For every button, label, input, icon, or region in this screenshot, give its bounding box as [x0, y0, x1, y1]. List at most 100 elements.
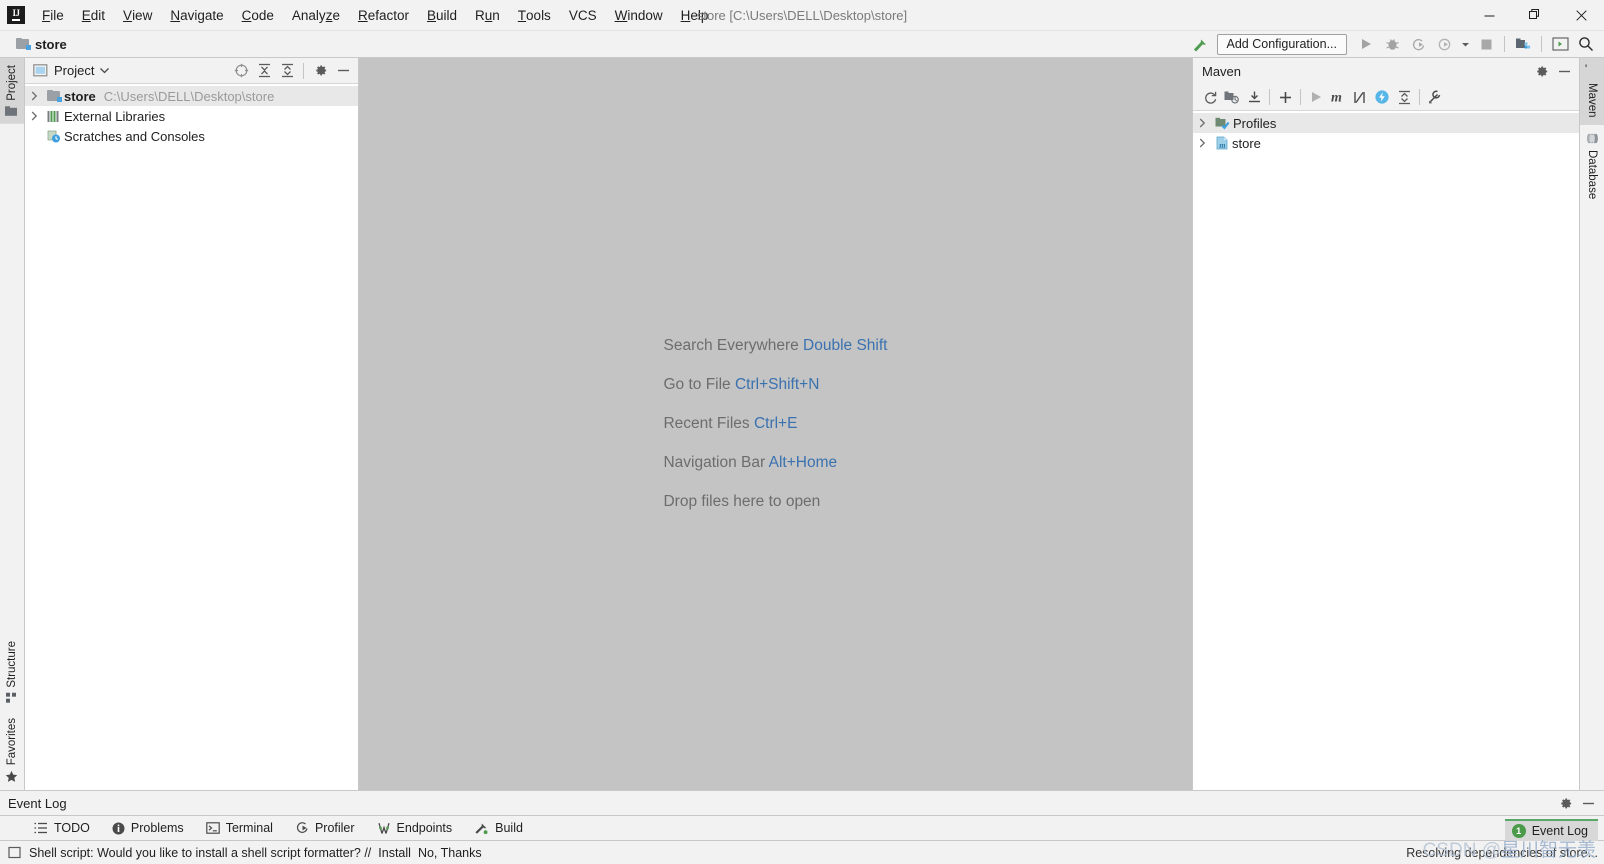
chevron-right-icon[interactable]: [31, 111, 47, 121]
profiler-icon: [295, 821, 309, 835]
status-bar-left: Shell script: Would you like to install …: [8, 846, 482, 860]
menu-help[interactable]: Help: [672, 0, 718, 30]
breadcrumb[interactable]: store: [12, 36, 71, 53]
close-button[interactable]: [1558, 0, 1604, 30]
debug-icon[interactable]: [1380, 33, 1404, 56]
menu-analyze[interactable]: Analy z e: [283, 0, 349, 30]
toggle-skip-tests-icon[interactable]: [1349, 86, 1371, 108]
run-toolbar: Add Configuration...: [1189, 31, 1604, 57]
chevron-right-icon[interactable]: [31, 91, 47, 101]
maven-node-profiles[interactable]: Profiles: [1193, 113, 1579, 133]
settings-gear-icon[interactable]: [309, 60, 331, 82]
workspace: Project Structure Favorites Project stor…: [0, 58, 1604, 790]
collapse-all-icon[interactable]: [276, 60, 298, 82]
menu-navigate[interactable]: Navigate: [161, 0, 232, 30]
bottom-tab-build[interactable]: Build: [465, 816, 536, 840]
sidebar-item-structure[interactable]: Structure: [0, 634, 24, 711]
settings-gear-icon[interactable]: [1554, 792, 1576, 814]
window-controls: [1466, 0, 1604, 30]
menu-tools[interactable]: Tools: [509, 0, 560, 30]
hide-icon[interactable]: [1577, 792, 1599, 814]
build-hammer-icon[interactable]: [1189, 33, 1213, 56]
scratches-icon: [47, 130, 61, 143]
terminal-window-icon[interactable]: [1548, 33, 1572, 56]
structure-icon: [6, 692, 18, 704]
search-everywhere-icon[interactable]: [1574, 33, 1598, 56]
hide-icon[interactable]: [1553, 60, 1575, 82]
expand-all-icon[interactable]: [253, 60, 275, 82]
problems-icon: [112, 822, 125, 835]
status-action-no-thanks[interactable]: No, Thanks: [418, 846, 482, 860]
sidebar-item-favorites[interactable]: Favorites: [0, 711, 24, 790]
bottom-tab-todo[interactable]: TODO: [25, 816, 103, 840]
event-log-status-chip[interactable]: 1 Event Log: [1504, 819, 1598, 841]
maven-project-icon: m: [1215, 136, 1229, 150]
bottom-tab-profiler[interactable]: Profiler: [286, 816, 368, 840]
menu-vcs[interactable]: VCS: [560, 0, 606, 30]
sidebar-item-database[interactable]: Database: [1580, 125, 1604, 206]
bottom-tab-endpoints[interactable]: Endpoints: [368, 816, 466, 840]
notification-balloon-icon[interactable]: [8, 846, 22, 860]
stop-icon[interactable]: [1474, 33, 1498, 56]
run-icon[interactable]: [1354, 33, 1378, 56]
tree-node-external-libraries[interactable]: External Libraries: [25, 106, 358, 126]
menu-window[interactable]: Window: [606, 0, 672, 30]
tree-node-scratches-and-consoles[interactable]: Scratches and Consoles: [25, 126, 358, 146]
menu-refactor[interactable]: Refactor: [349, 0, 418, 30]
download-sources-icon[interactable]: [1243, 86, 1265, 108]
hide-icon[interactable]: [332, 60, 354, 82]
sidebar-item-maven[interactable]: m Maven: [1580, 58, 1604, 125]
collapse-all-icon[interactable]: [1393, 86, 1415, 108]
git-icon[interactable]: [1511, 33, 1535, 56]
maven-tree[interactable]: Profiles m store: [1193, 111, 1579, 790]
tip-drop-files: Drop files here to open: [663, 493, 887, 511]
status-bar: Shell script: Would you like to install …: [0, 841, 1604, 864]
project-tree[interactable]: store C:\Users\DELL\Desktop\store Extern…: [25, 84, 358, 790]
folder-module-icon: [16, 38, 31, 50]
profile-icon[interactable]: [1432, 33, 1456, 56]
dropdown-chevron-icon[interactable]: [1458, 33, 1472, 56]
tree-node-store[interactable]: store C:\Users\DELL\Desktop\store: [25, 86, 358, 106]
bottom-tab-terminal[interactable]: Terminal: [197, 816, 286, 840]
breadcrumb-label: store: [35, 36, 67, 52]
maven-settings-wrench-icon[interactable]: [1424, 86, 1446, 108]
menu-build[interactable]: Build: [418, 0, 466, 30]
bottom-tab-problems[interactable]: Problems: [103, 816, 197, 840]
database-icon: [1586, 132, 1598, 145]
execute-maven-goal-icon[interactable]: m: [1327, 86, 1349, 108]
menu-file[interactable]: File: [33, 0, 73, 30]
status-bar-right: Resolving dependencies of store...: [1406, 846, 1598, 860]
status-action-install[interactable]: Install: [378, 846, 411, 860]
toggle-offline-icon[interactable]: [1371, 86, 1393, 108]
add-maven-project-icon[interactable]: [1274, 86, 1296, 108]
select-opened-file-icon[interactable]: [230, 60, 252, 82]
todo-list-icon: [34, 822, 48, 834]
tree-node-external-libraries-label: External Libraries: [64, 108, 166, 124]
left-tool-stripe: Project Structure Favorites: [0, 58, 25, 790]
add-configuration-button[interactable]: Add Configuration...: [1216, 33, 1347, 55]
run-with-coverage-icon[interactable]: [1406, 33, 1430, 56]
tip-shortcut: Double Shift: [803, 337, 888, 354]
chevron-down-icon[interactable]: [100, 67, 110, 74]
maximize-restore-button[interactable]: [1512, 0, 1558, 30]
project-view-icon: [33, 64, 48, 77]
sidebar-item-project[interactable]: Project: [0, 58, 24, 124]
menu-edit[interactable]: Edit: [73, 0, 114, 30]
bottom-tab-build-label: Build: [495, 821, 523, 835]
menu-view[interactable]: View: [114, 0, 161, 30]
toolbar-separator-2: [1541, 36, 1542, 52]
title-bar: IJ File Edit View Navigate Code Analy z e …: [0, 0, 1604, 31]
run-maven-build-icon[interactable]: [1305, 86, 1327, 108]
menu-run[interactable]: Run: [466, 0, 509, 30]
generate-sources-icon[interactable]: [1221, 86, 1243, 108]
chevron-right-icon[interactable]: [1199, 138, 1215, 148]
maven-panel-header: Maven: [1193, 58, 1579, 84]
maven-node-store[interactable]: m store: [1193, 133, 1579, 153]
reload-projects-icon[interactable]: [1199, 86, 1221, 108]
menu-code[interactable]: Code: [233, 0, 283, 30]
chevron-right-icon[interactable]: [1199, 118, 1215, 128]
tip-shortcut: Alt+Home: [768, 454, 838, 471]
settings-gear-icon[interactable]: [1530, 60, 1552, 82]
minimize-button[interactable]: [1466, 0, 1512, 30]
tip-navigation-bar: Navigation Bar Alt+Home: [663, 454, 887, 472]
